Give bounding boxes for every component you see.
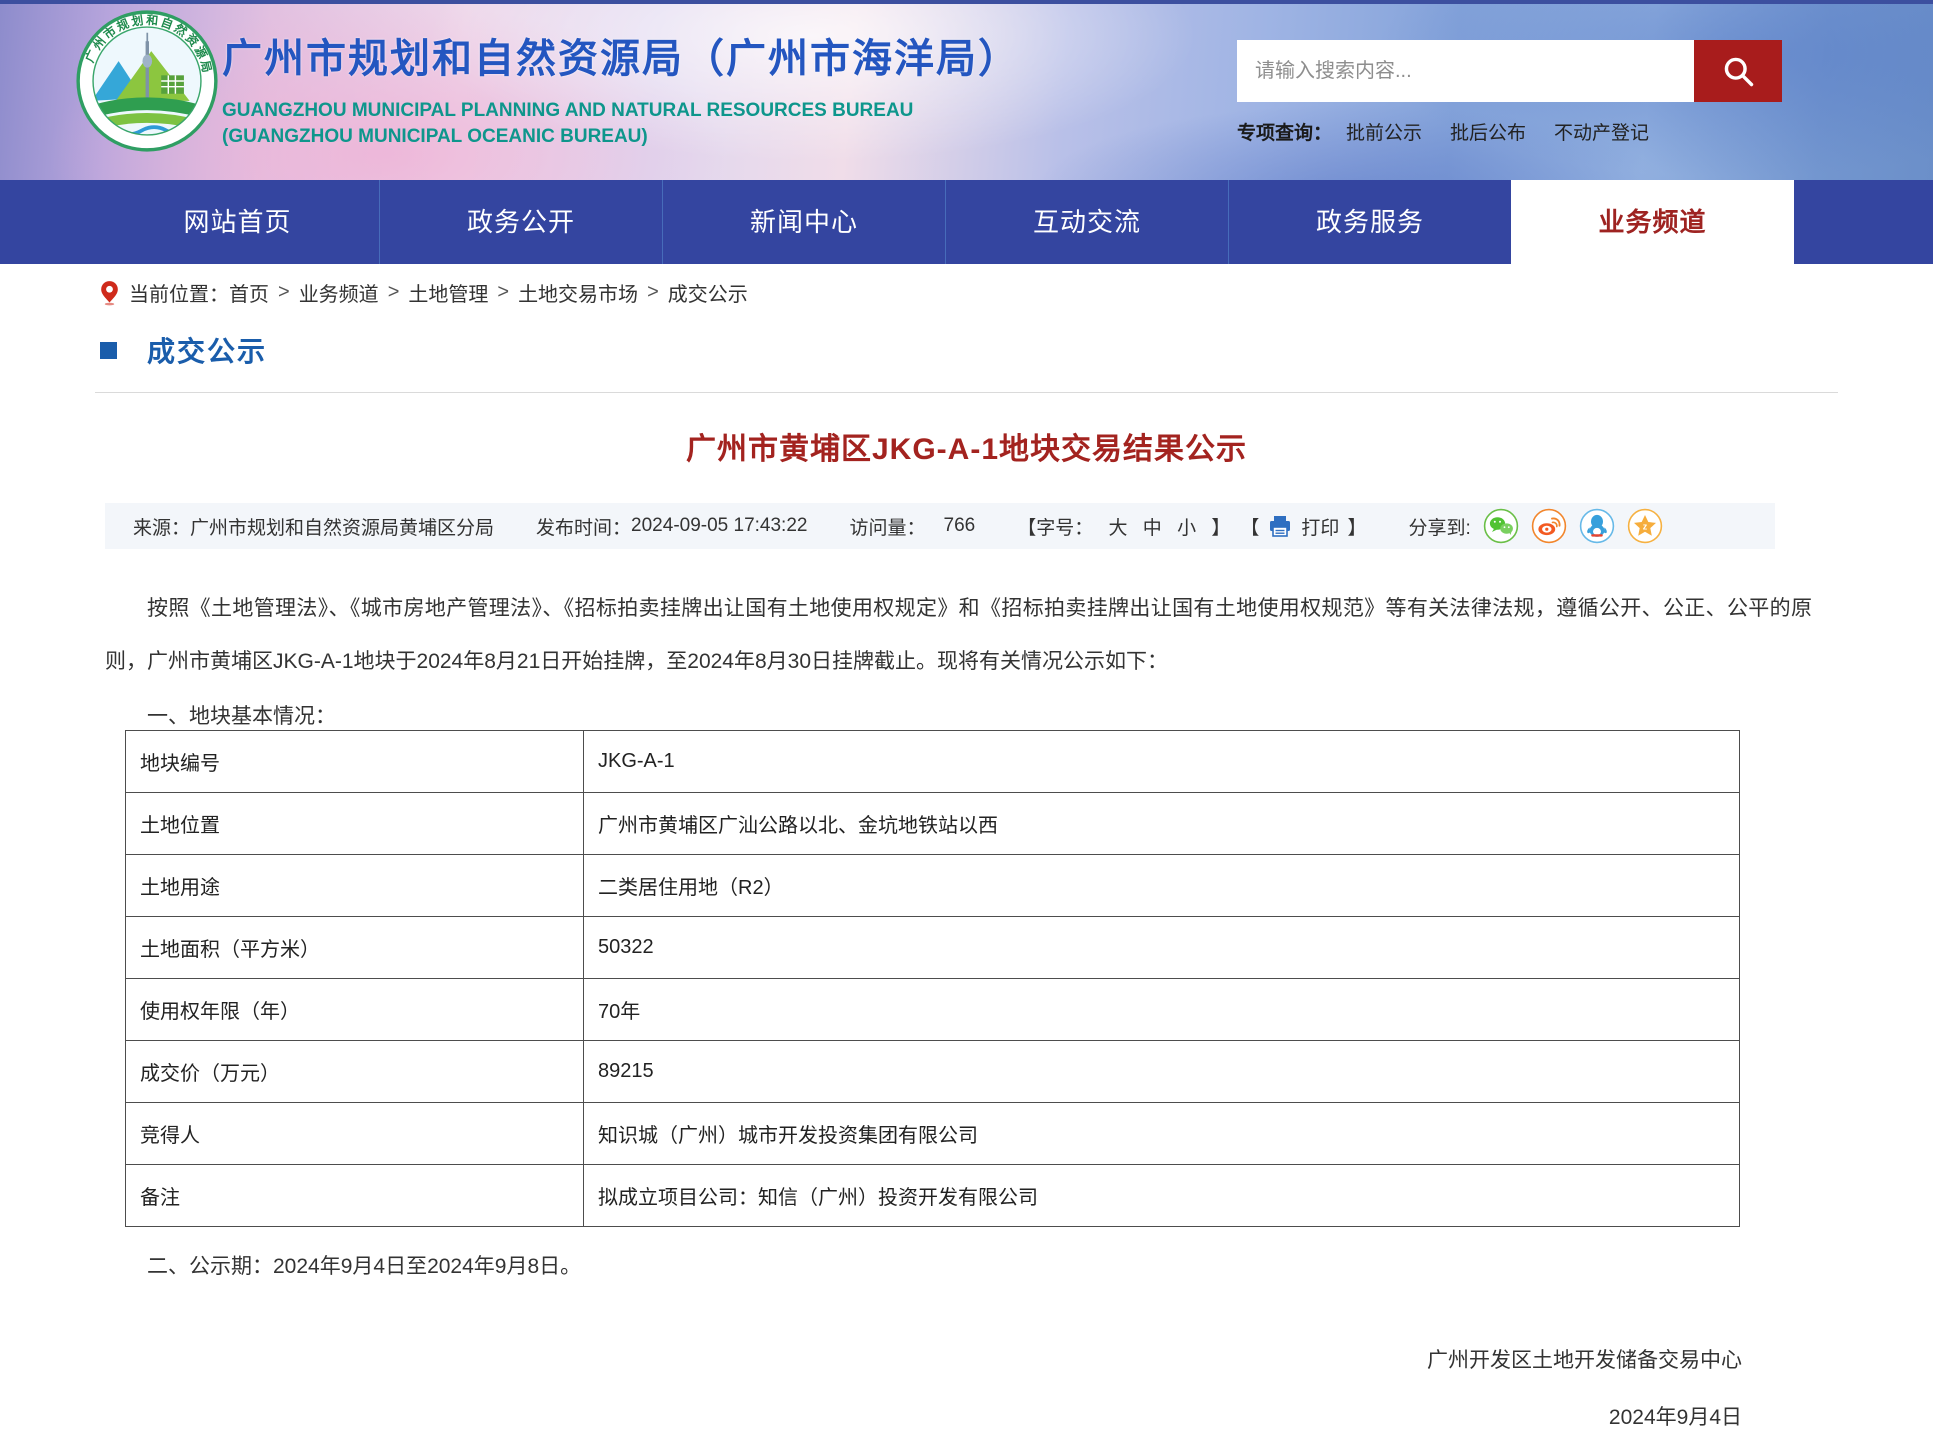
breadcrumb-label: 当前位置： bbox=[129, 278, 229, 307]
source-label: 来源： bbox=[133, 513, 190, 540]
land-info-table: 地块编号 JKG-A-1 土地位置 广州市黄埔区广汕公路以北、金坑地铁站以西 土… bbox=[125, 730, 1740, 1227]
nav-item-gov-info[interactable]: 政务公开 bbox=[379, 180, 662, 264]
fontsize-open: 【字号： bbox=[1017, 518, 1093, 539]
article-paragraph-1: 按照《土地管理法》、《城市房地产管理法》、《招标拍卖挂牌出让国有土地使用权规定》… bbox=[105, 582, 1812, 688]
nav-item-news[interactable]: 新闻中心 bbox=[662, 180, 945, 264]
nav-item-interaction[interactable]: 互动交流 bbox=[945, 180, 1228, 264]
signature-date: 2024年9月4日 bbox=[95, 1401, 1742, 1431]
svg-text:z: z bbox=[1642, 522, 1647, 532]
special-query: 专项查询： 批前公示 批后公布 不动产登记 bbox=[1237, 118, 1677, 145]
search-icon bbox=[1720, 53, 1756, 89]
share-label: 分享到: bbox=[1408, 513, 1470, 540]
nav-items: 网站首页 政务公开 新闻中心 互动交流 政务服务 业务频道 bbox=[96, 180, 1794, 264]
breadcrumb: 当前位置： 首页 > 业务频道 > 土地管理 > 土地交易市场 > 成交公示 bbox=[100, 278, 748, 307]
nav-item-business-channel[interactable]: 业务频道 bbox=[1511, 180, 1794, 264]
table-cell-value: JKG-A-1 bbox=[584, 731, 1740, 793]
nav-item-home[interactable]: 网站首页 bbox=[96, 180, 379, 264]
bureau-logo-icon: 广州市规划和自然资源局 bbox=[76, 10, 218, 152]
main-nav: 网站首页 政务公开 新闻中心 互动交流 政务服务 业务频道 bbox=[0, 180, 1933, 264]
share-weibo-icon[interactable] bbox=[1531, 508, 1567, 544]
search-input[interactable] bbox=[1237, 40, 1694, 102]
table-row: 土地位置 广州市黄埔区广汕公路以北、金坑地铁站以西 bbox=[126, 793, 1740, 855]
breadcrumb-land-market[interactable]: 土地交易市场 bbox=[518, 278, 638, 307]
table-row: 土地面积（平方米） 50322 bbox=[126, 917, 1740, 979]
fontsize-large[interactable]: 大 bbox=[1109, 518, 1128, 539]
table-cell-value: 广州市黄埔区广汕公路以北、金坑地铁站以西 bbox=[584, 793, 1740, 855]
site-title-zh: 广州市规划和自然资源局（广州市海洋局） bbox=[222, 26, 1020, 84]
table-cell-value: 89215 bbox=[584, 1041, 1740, 1103]
site-title-en-line2: (GUANGZHOU MUNICIPAL OCEANIC BUREAU) bbox=[222, 124, 1020, 150]
site-header: 广州市规划和自然资源局 广州市规划和自然资源局（广州市海洋局） GUANGZHO… bbox=[0, 0, 1933, 180]
special-query-label: 专项查询： bbox=[1237, 118, 1332, 145]
breadcrumb-separator: > bbox=[278, 281, 290, 304]
article-signature: 广州开发区土地开发储备交易中心 2024年9月4日 bbox=[95, 1344, 1838, 1431]
table-row: 地块编号 JKG-A-1 bbox=[126, 731, 1740, 793]
table-cell-value: 50322 bbox=[584, 917, 1740, 979]
share-qzone-icon[interactable]: z bbox=[1627, 508, 1663, 544]
section-square-icon bbox=[100, 342, 117, 359]
publish-time: 2024-09-05 17:43:22 bbox=[631, 515, 807, 537]
table-cell-value: 70年 bbox=[584, 979, 1740, 1041]
signature-org: 广州开发区土地开发储备交易中心 bbox=[95, 1344, 1742, 1374]
table-cell-value: 二类居住用地（R2） bbox=[584, 855, 1740, 917]
bureau-logo[interactable]: 广州市规划和自然资源局 bbox=[76, 10, 218, 157]
table-row: 成交价（万元） 89215 bbox=[126, 1041, 1740, 1103]
fontsize-small[interactable]: 小 bbox=[1177, 518, 1196, 539]
table-cell-label: 土地用途 bbox=[126, 855, 584, 917]
table-cell-label: 地块编号 bbox=[126, 731, 584, 793]
site-titles: 广州市规划和自然资源局（广州市海洋局） GUANGZHOU MUNICIPAL … bbox=[222, 26, 1020, 150]
publish-label: 发布时间： bbox=[536, 513, 631, 540]
special-query-link-post-approval[interactable]: 批后公布 bbox=[1450, 118, 1526, 145]
breadcrumb-separator: > bbox=[497, 281, 509, 304]
print-close: 】 bbox=[1347, 513, 1366, 540]
location-pin-icon bbox=[100, 280, 119, 306]
share-wechat-icon[interactable] bbox=[1483, 508, 1519, 544]
table-row: 使用权年限（年） 70年 bbox=[126, 979, 1740, 1041]
table-cell-label: 备注 bbox=[126, 1165, 584, 1227]
fontsize-medium[interactable]: 中 bbox=[1143, 518, 1162, 539]
share-controls: 分享到: bbox=[1408, 508, 1662, 544]
section-title: 成交公示 bbox=[147, 330, 267, 370]
print-control: 【 打印 】 bbox=[1240, 513, 1408, 540]
table-cell-label: 土地面积（平方米） bbox=[126, 917, 584, 979]
search-bar bbox=[1237, 40, 1782, 102]
breadcrumb-separator: > bbox=[388, 281, 400, 304]
breadcrumb-business-channel[interactable]: 业务频道 bbox=[299, 278, 379, 307]
table-cell-label: 竞得人 bbox=[126, 1103, 584, 1165]
article-title: 广州市黄埔区JKG-A-1地块交易结果公示 bbox=[95, 424, 1838, 468]
views-count: 766 bbox=[944, 515, 976, 537]
breadcrumb-separator: > bbox=[647, 281, 659, 304]
printer-icon bbox=[1267, 514, 1293, 538]
page: 广州市规划和自然资源局 广州市规划和自然资源局（广州市海洋局） GUANGZHO… bbox=[0, 0, 1933, 1426]
table-cell-label: 成交价（万元） bbox=[126, 1041, 584, 1103]
special-query-link-real-estate[interactable]: 不动产登记 bbox=[1554, 118, 1649, 145]
table-row: 竞得人 知识城（广州）城市开发投资集团有限公司 bbox=[126, 1103, 1740, 1165]
fontsize-close: 】 bbox=[1211, 518, 1230, 539]
share-qq-icon[interactable] bbox=[1579, 508, 1615, 544]
table-cell-label: 使用权年限（年） bbox=[126, 979, 584, 1041]
fontsize-control: 【字号： 大 中 小 】 bbox=[1017, 513, 1240, 540]
article-meta-bar: 来源： 广州市规划和自然资源局黄埔区分局 发布时间： 2024-09-05 17… bbox=[105, 503, 1775, 549]
table-cell-label: 土地位置 bbox=[126, 793, 584, 855]
table-cell-value: 拟成立项目公司：知信（广州）投资开发有限公司 bbox=[584, 1165, 1740, 1227]
breadcrumb-land-management[interactable]: 土地管理 bbox=[408, 278, 488, 307]
breadcrumb-home[interactable]: 首页 bbox=[229, 278, 269, 307]
table-row: 土地用途 二类居住用地（R2） bbox=[126, 855, 1740, 917]
table-row: 备注 拟成立项目公司：知信（广州）投资开发有限公司 bbox=[126, 1165, 1740, 1227]
print-open: 【 bbox=[1240, 513, 1259, 540]
site-title-en: GUANGZHOU MUNICIPAL PLANNING AND NATURAL… bbox=[222, 98, 1020, 150]
section-header: 成交公示 bbox=[95, 330, 1838, 393]
breadcrumb-deal-announcement[interactable]: 成交公示 bbox=[668, 278, 748, 307]
print-button[interactable]: 打印 bbox=[1301, 513, 1339, 540]
search-button[interactable] bbox=[1694, 40, 1782, 102]
nav-item-services[interactable]: 政务服务 bbox=[1228, 180, 1511, 264]
site-title-en-line1: GUANGZHOU MUNICIPAL PLANNING AND NATURAL… bbox=[222, 98, 1020, 124]
special-query-link-pre-approval[interactable]: 批前公示 bbox=[1346, 118, 1422, 145]
article-closing: 二、公示期：2024年9月4日至2024年9月8日。 bbox=[105, 1240, 1812, 1293]
table-cell-value: 知识城（广州）城市开发投资集团有限公司 bbox=[584, 1103, 1740, 1165]
source-value: 广州市规划和自然资源局黄埔区分局 bbox=[190, 513, 494, 540]
views-label: 访问量： bbox=[849, 513, 925, 540]
